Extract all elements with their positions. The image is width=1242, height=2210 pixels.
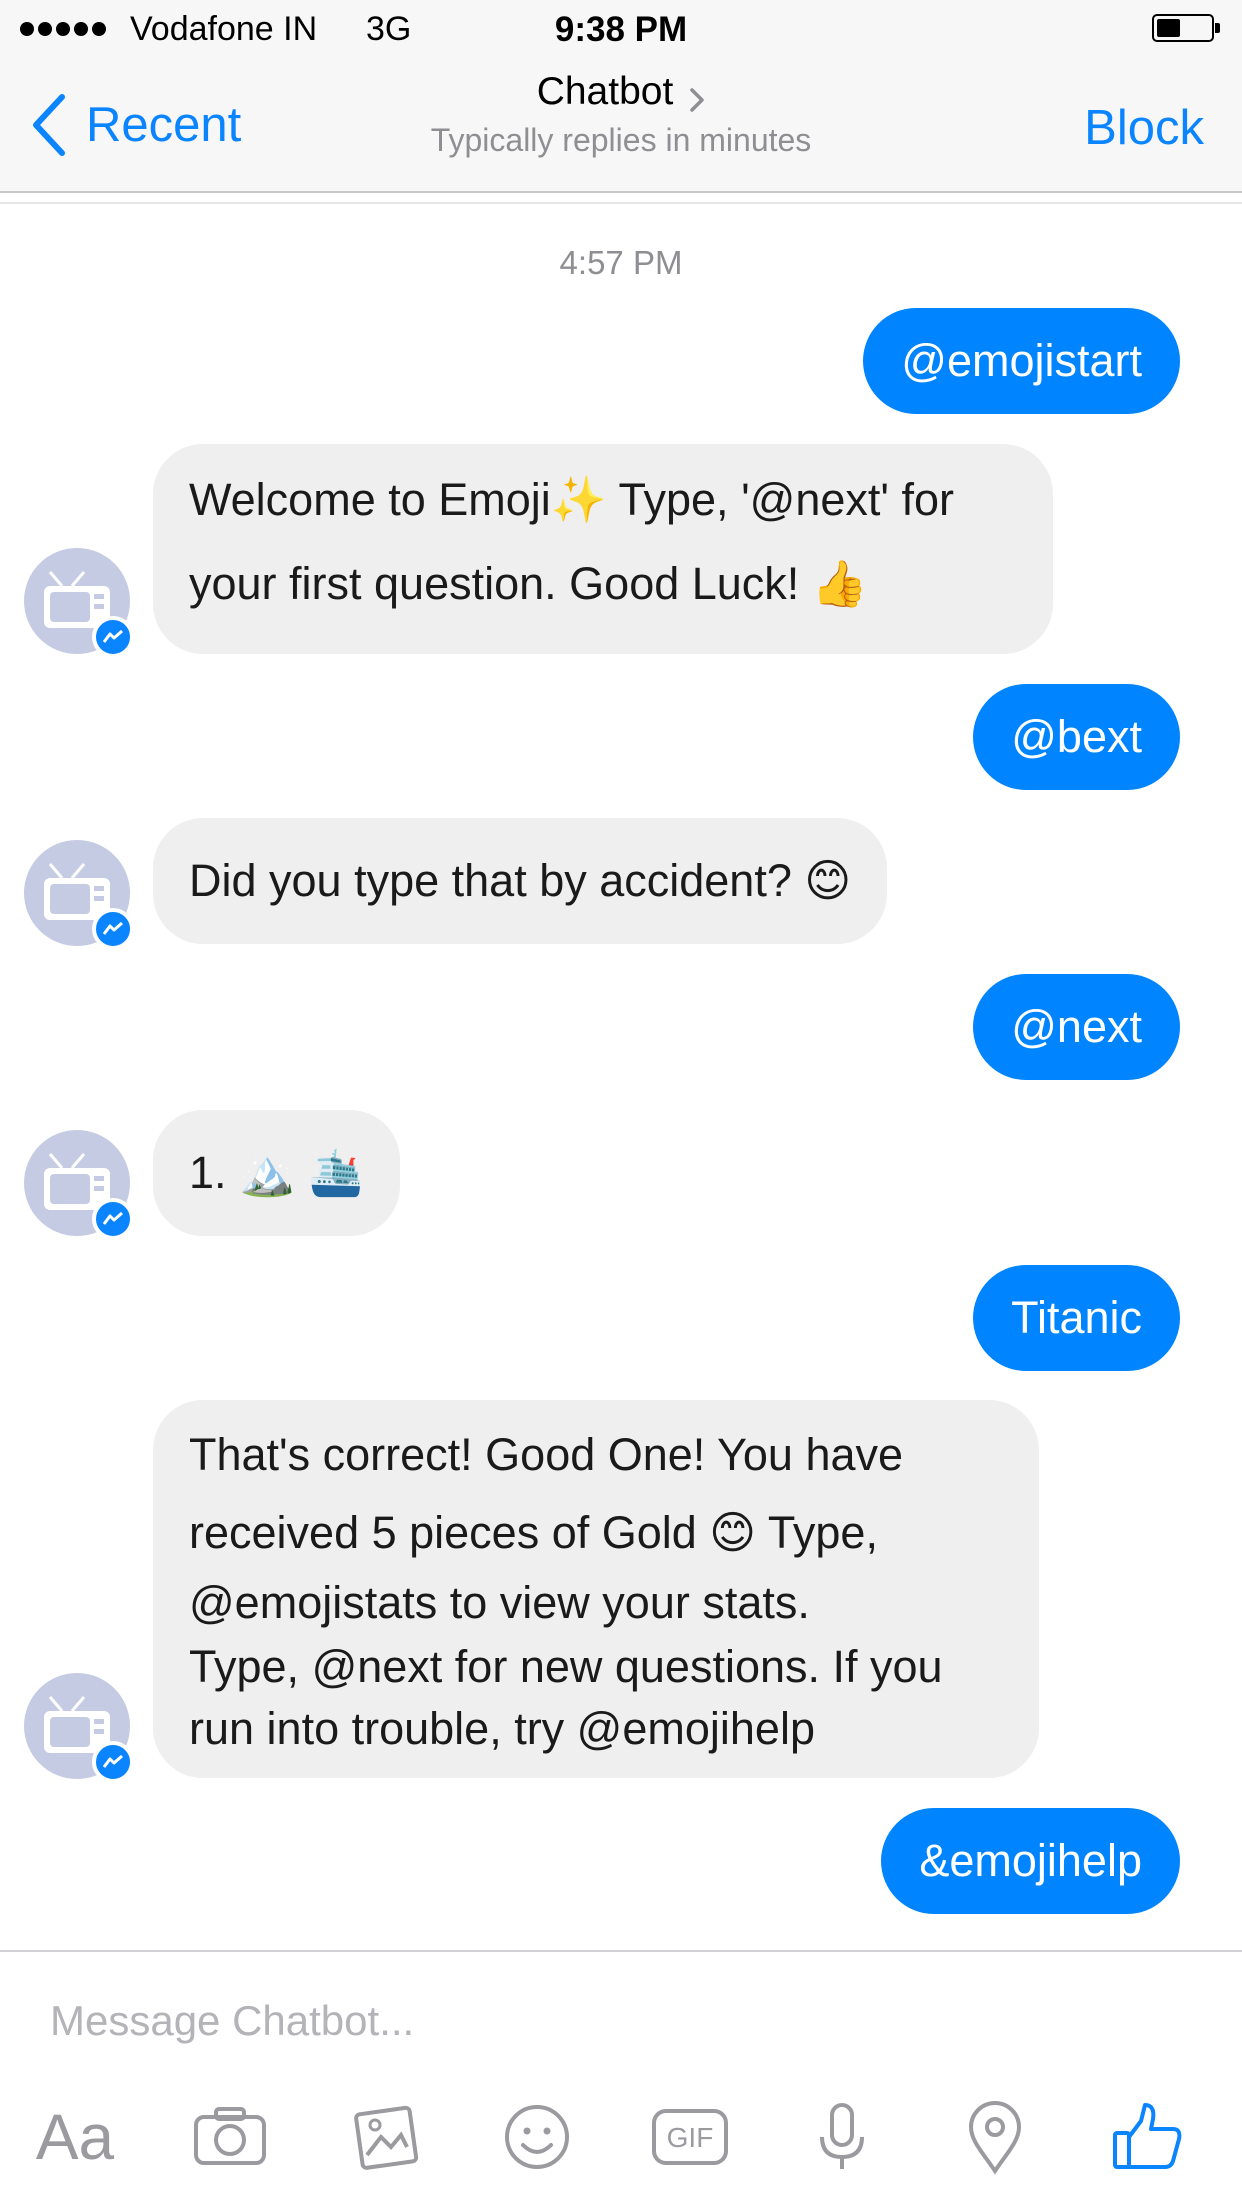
message-input[interactable] <box>48 1990 1202 2052</box>
gif-icon: GIF <box>652 2109 728 2165</box>
emoji-icon <box>505 2105 569 2169</box>
block-button[interactable]: Block <box>1084 100 1204 156</box>
incoming-message[interactable]: Did you type that by accident? 😊 <box>153 818 888 944</box>
svg-text:GIF: GIF <box>667 2122 714 2153</box>
location-icon <box>968 2101 1022 2175</box>
gif-button[interactable]: GIF <box>645 2092 735 2182</box>
like-button[interactable] <box>1102 2092 1192 2182</box>
incoming-message[interactable]: Welcome to Emoji✨ Type, '@next' for your… <box>153 444 1053 654</box>
message-composer: Aa GIF <box>0 1950 1242 2210</box>
conversation-title-button[interactable]: Chatbot Typically replies in minutes <box>0 70 1242 159</box>
divider <box>0 202 1242 204</box>
messenger-badge-icon <box>92 616 134 658</box>
camera-button[interactable] <box>185 2092 275 2182</box>
text-format-icon: Aa <box>35 2101 115 2173</box>
location-button[interactable] <box>950 2092 1040 2182</box>
incoming-message[interactable]: That's correct! Good One! You have recei… <box>153 1400 1039 1778</box>
outgoing-message[interactable]: &emojihelp <box>881 1808 1180 1914</box>
battery-icon <box>1152 14 1220 42</box>
message-line: your first question. Good Luck! 👍 <box>189 558 868 609</box>
status-bar: Vodafone IN 3G 9:38 PM <box>0 0 1242 60</box>
message-line: Type, @next for new questions. If you <box>189 1641 943 1692</box>
bot-avatar[interactable] <box>24 548 134 658</box>
microphone-icon <box>820 2103 864 2169</box>
message-line: That's correct! Good One! You have <box>189 1429 904 1480</box>
emoji-button[interactable] <box>492 2092 582 2182</box>
text-format-button[interactable]: Aa <box>30 2092 120 2182</box>
messenger-badge-icon <box>92 1741 134 1783</box>
conversation-subtitle: Typically replies in minutes <box>430 122 812 158</box>
navigation-bar: Recent Chatbot Typically replies in minu… <box>0 60 1242 193</box>
bot-avatar[interactable] <box>24 840 134 950</box>
chevron-right-icon <box>690 88 705 112</box>
message-timestamp: 4:57 PM <box>559 244 683 281</box>
composer-toolbar: Aa GIF <box>0 2092 1242 2192</box>
status-time: 9:38 PM <box>554 10 688 49</box>
outgoing-message[interactable]: Titanic <box>973 1265 1180 1371</box>
thumbs-up-icon <box>1113 2103 1182 2169</box>
bot-avatar[interactable] <box>24 1130 134 1240</box>
photo-button[interactable] <box>340 2092 430 2182</box>
outgoing-message[interactable]: @bext <box>973 684 1180 790</box>
message-line: run into trouble, try @emojihelp <box>189 1703 815 1754</box>
incoming-message[interactable]: 1. 🏔️ 🛳️ <box>153 1110 400 1236</box>
photo-icon <box>354 2105 419 2170</box>
microphone-button[interactable] <box>797 2092 887 2182</box>
outgoing-message[interactable]: @emojistart <box>863 308 1180 414</box>
message-line: @emojistats to view your stats. <box>189 1577 810 1628</box>
conversation-title: Chatbot <box>536 70 674 113</box>
bot-avatar[interactable] <box>24 1673 134 1783</box>
message-line: received 5 pieces of Gold 😊 Type, <box>189 1507 878 1558</box>
messenger-badge-icon <box>92 908 134 950</box>
outgoing-message[interactable]: @next <box>973 974 1180 1080</box>
camera-icon <box>194 2107 266 2165</box>
messenger-badge-icon <box>92 1198 134 1240</box>
message-line: Welcome to Emoji✨ Type, '@next' for <box>189 474 954 525</box>
